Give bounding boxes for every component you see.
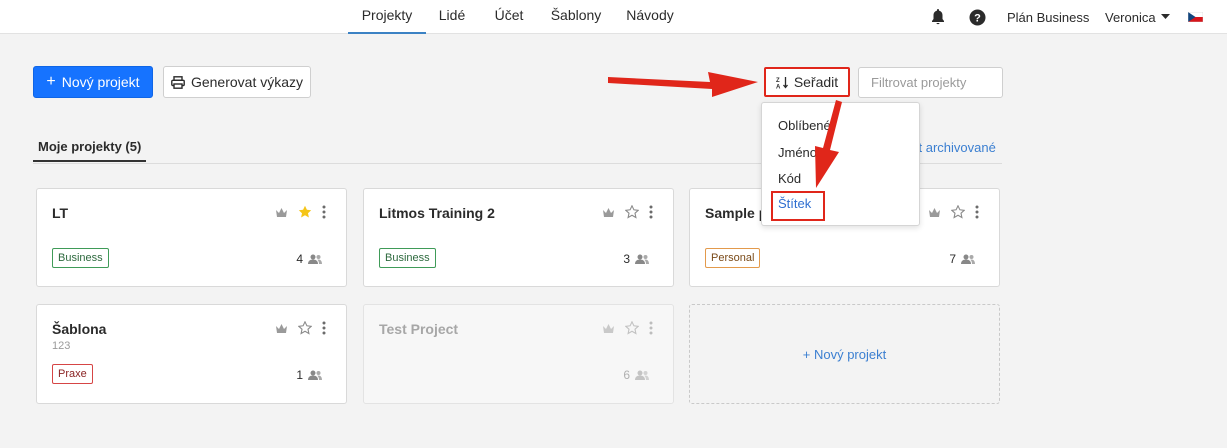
more-vertical-icon[interactable]: [649, 321, 653, 335]
svg-text:A: A: [776, 84, 781, 89]
star-outline-icon[interactable]: [298, 321, 312, 335]
star-outline-icon[interactable]: [625, 321, 639, 335]
user-name: Veronica: [1105, 9, 1156, 25]
member-count-value: 3: [623, 252, 630, 266]
project-title: Šablona: [52, 321, 107, 337]
project-code: 123: [52, 340, 71, 352]
crown-icon[interactable]: [602, 323, 615, 334]
more-vertical-icon[interactable]: [975, 205, 979, 219]
new-project-button[interactable]: + Nový projekt: [33, 66, 153, 98]
more-vertical-icon[interactable]: [322, 205, 326, 219]
crown-icon[interactable]: [928, 207, 941, 218]
plan-link[interactable]: Plán Business: [1007, 0, 1089, 34]
svg-text:Z: Z: [776, 78, 780, 84]
generate-reports-label: Generovat výkazy: [190, 74, 304, 90]
project-card[interactable]: LT Business 4: [36, 188, 347, 287]
project-tag: Personal: [705, 248, 761, 268]
project-tag: Praxe: [52, 364, 93, 384]
czech-flag-icon[interactable]: [1188, 0, 1203, 34]
project-title: Test Project: [379, 321, 459, 337]
crown-icon[interactable]: [275, 323, 288, 334]
member-count-value: 7: [949, 252, 956, 266]
people-icon: [308, 370, 322, 380]
generate-reports-button[interactable]: Generovat výkazy: [163, 66, 311, 98]
project-tag: Business: [52, 248, 109, 268]
member-count: 3: [623, 252, 649, 266]
project-tag: Business: [379, 248, 436, 268]
svg-text:?: ?: [974, 12, 981, 24]
printer-icon: [171, 75, 185, 89]
tab-projekty[interactable]: Projekty: [348, 0, 426, 34]
more-vertical-icon[interactable]: [649, 205, 653, 219]
new-project-card[interactable]: + Nový projekt: [689, 304, 1000, 404]
tab-my-projects[interactable]: Moje projekty (5): [33, 139, 147, 162]
sort-option-code[interactable]: Kód: [778, 171, 801, 186]
annotation-arrow-tag: [815, 100, 842, 188]
people-icon: [635, 370, 649, 380]
crown-icon[interactable]: [275, 207, 288, 218]
member-count-value: 4: [296, 252, 303, 266]
new-project-label: Nový projekt: [61, 74, 140, 90]
star-outline-icon[interactable]: [951, 205, 965, 219]
help-icon[interactable]: ?: [969, 0, 986, 34]
tab-sablony[interactable]: Šablony: [545, 0, 607, 34]
annotation-highlight-tag: [771, 191, 825, 221]
more-vertical-icon[interactable]: [322, 321, 326, 335]
member-count: 7: [949, 252, 975, 266]
people-icon: [635, 254, 649, 264]
member-count: 1: [296, 368, 322, 382]
filter-projects-input[interactable]: [858, 67, 1003, 98]
star-filled-icon[interactable]: [298, 205, 312, 219]
tab-navody[interactable]: Návody: [620, 0, 680, 34]
people-icon: [308, 254, 322, 264]
member-count: 6: [623, 368, 649, 382]
sort-label: Seřadit: [793, 74, 839, 90]
sort-button[interactable]: ZA Seřadit: [764, 67, 850, 97]
sort-icon: ZA: [776, 76, 788, 89]
top-nav: Projekty Lidé Účet Šablony Návody ? Plán…: [0, 0, 1227, 34]
project-card-archived[interactable]: Test Project 6: [363, 304, 674, 404]
project-title: LT: [52, 205, 69, 221]
caret-down-icon: [1160, 14, 1170, 19]
show-archived-link[interactable]: ýt archivované: [912, 140, 996, 155]
tab-ucet[interactable]: Účet: [487, 0, 531, 34]
member-count: 4: [296, 252, 322, 266]
project-title: Litmos Training 2: [379, 205, 495, 221]
people-icon: [961, 254, 975, 264]
new-project-card-label: + Nový projekt: [802, 346, 887, 362]
project-card[interactable]: Litmos Training 2 Business 3: [363, 188, 674, 287]
star-outline-icon[interactable]: [625, 205, 639, 219]
member-count-value: 1: [296, 368, 303, 382]
bell-icon[interactable]: [930, 0, 946, 34]
project-card[interactable]: Šablona 123 Praxe 1: [36, 304, 347, 404]
tab-lide[interactable]: Lidé: [430, 0, 474, 34]
crown-icon[interactable]: [602, 207, 615, 218]
annotation-arrow-sort: [608, 72, 758, 97]
user-menu[interactable]: Veronica: [1105, 0, 1170, 34]
plus-icon: +: [46, 73, 56, 90]
member-count-value: 6: [623, 368, 630, 382]
